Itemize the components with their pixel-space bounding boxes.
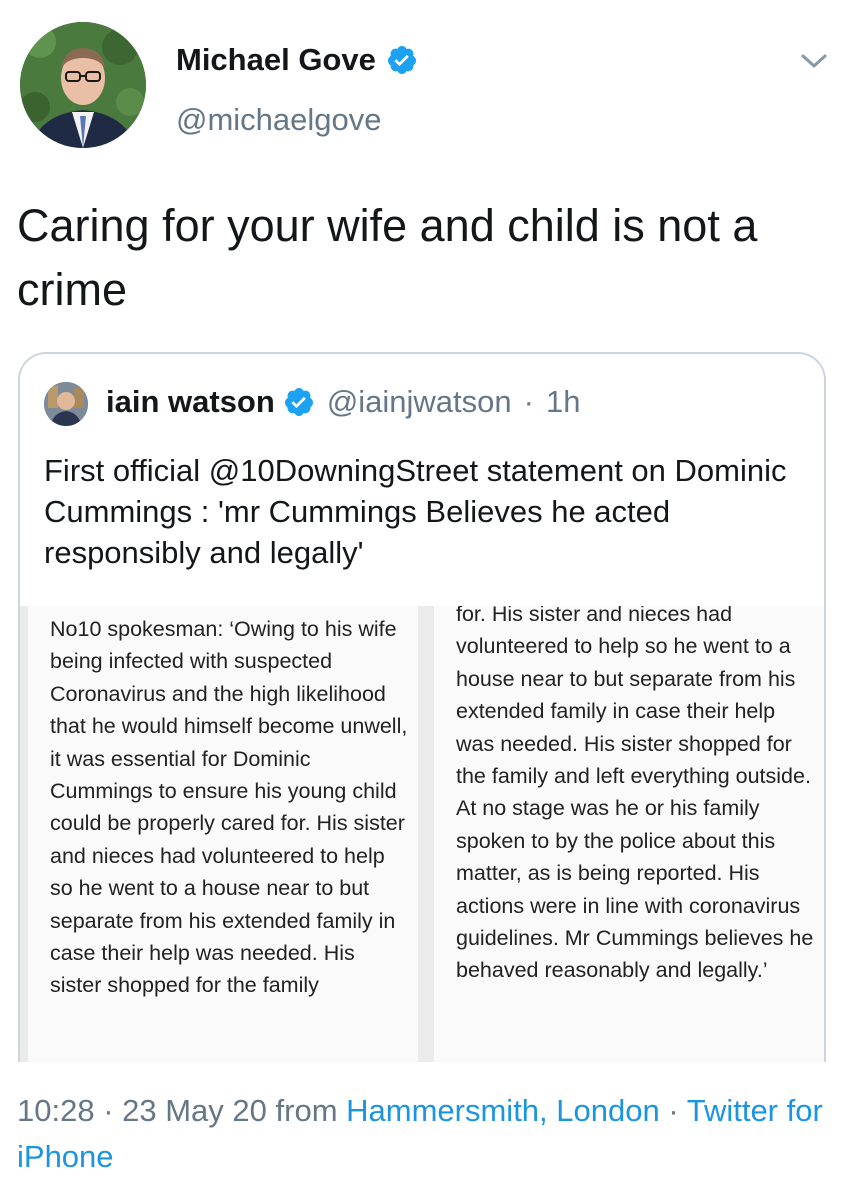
statement-column-right: for. His sister and nieces had volunteer… (434, 606, 824, 1062)
tweet-text: Caring for your wife and child is not a … (17, 200, 758, 315)
from-label: from (266, 1093, 347, 1128)
author-handle[interactable]: @michaelgove (176, 102, 382, 138)
tweet-time[interactable]: 10:28 (17, 1093, 95, 1128)
tweet-metadata: 10:28 · 23 May 20 from Hammersmith, Lond… (17, 1088, 827, 1180)
author-name-row[interactable]: Michael Gove (176, 42, 418, 78)
chevron-down-icon[interactable] (800, 50, 828, 72)
location-link[interactable]: Hammersmith, London (346, 1093, 660, 1128)
author-avatar[interactable] (20, 22, 146, 148)
quoted-tweet-time[interactable]: 1h (546, 384, 580, 420)
quoted-author-row[interactable]: iain watson @iainjwatson · 1h (106, 384, 580, 420)
statement-text-left: No10 spokesman: ‘Owing to his wife being… (50, 617, 408, 998)
profile-photo-icon (44, 382, 88, 426)
profile-photo-icon (20, 22, 146, 148)
author-name[interactable]: Michael Gove (176, 42, 376, 78)
quoted-tweet-card[interactable]: iain watson @iainjwatson · 1h First offi… (18, 352, 826, 1062)
separator-dot: · (523, 384, 534, 419)
statement-column-left: No10 spokesman: ‘Owing to his wife being… (28, 606, 418, 1062)
statement-text-right: for. His sister and nieces had volunteer… (456, 606, 814, 983)
quoted-tweet-image[interactable]: No10 spokesman: ‘Owing to his wife being… (20, 606, 824, 1062)
quoted-author-handle[interactable]: @iainjwatson (327, 384, 512, 420)
separator-dot: · (659, 1093, 687, 1128)
separator-dot: · (94, 1093, 123, 1128)
quoted-tweet-text: First official @10DowningStreet statemen… (44, 453, 787, 570)
tweet-date[interactable]: 23 May 20 (122, 1093, 267, 1128)
verified-badge-icon (284, 388, 313, 416)
quoted-author-name[interactable]: iain watson (106, 384, 275, 420)
verified-badge-icon (387, 46, 416, 74)
quoted-author-avatar[interactable] (44, 382, 88, 426)
